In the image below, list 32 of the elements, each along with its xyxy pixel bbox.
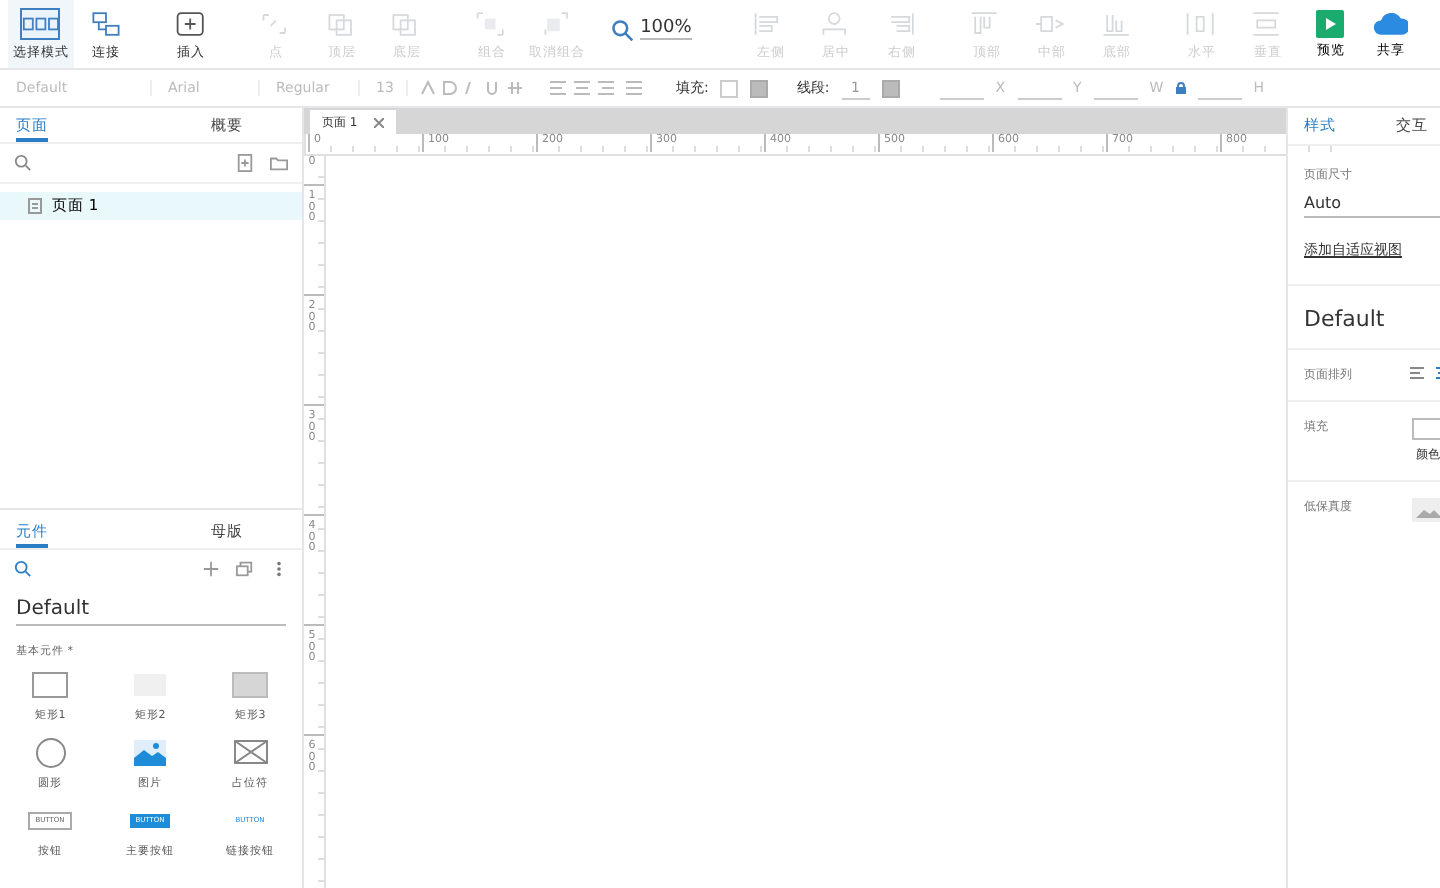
fill-pattern-swatch[interactable]: [750, 79, 769, 97]
image-icon[interactable]: [1412, 498, 1440, 522]
stack-icon[interactable]: [236, 560, 254, 578]
search-icon: [610, 18, 635, 42]
search-icon[interactable]: [14, 560, 32, 578]
plus-icon[interactable]: [202, 560, 220, 578]
search-icon[interactable]: [14, 154, 32, 172]
fill-color-swatch[interactable]: [1412, 418, 1440, 440]
line-color-swatch[interactable]: [881, 79, 900, 97]
filled-rectangle-icon: [232, 671, 268, 697]
group-icon: [474, 10, 510, 38]
page-align-icons[interactable]: [1408, 366, 1440, 380]
lock-icon: [1175, 82, 1186, 94]
play-icon: [1312, 10, 1349, 38]
folder-icon[interactable]: [270, 154, 288, 172]
image-icon: [134, 739, 166, 765]
select-mode-icon: [22, 10, 59, 38]
rectangle-outline-icon: [32, 671, 68, 697]
fill-color-swatch[interactable]: [720, 79, 739, 97]
page-icon: [28, 198, 42, 214]
page-size-dropdown[interactable]: Auto: [1304, 194, 1440, 218]
add-page-icon[interactable]: [236, 154, 254, 172]
cloud-icon: [1372, 10, 1409, 38]
zoom-dropdown[interactable]: 100%: [610, 0, 699, 68]
align-middle-icon: [1033, 10, 1070, 38]
placeholder-icon: [233, 740, 267, 764]
circle-icon: [35, 737, 65, 767]
close-icon[interactable]: [373, 117, 384, 127]
plus-icon: [173, 10, 210, 38]
style-name: Default: [1288, 284, 1440, 348]
connector-icon: [88, 10, 125, 38]
library-dropdown[interactable]: Default: [16, 594, 286, 626]
